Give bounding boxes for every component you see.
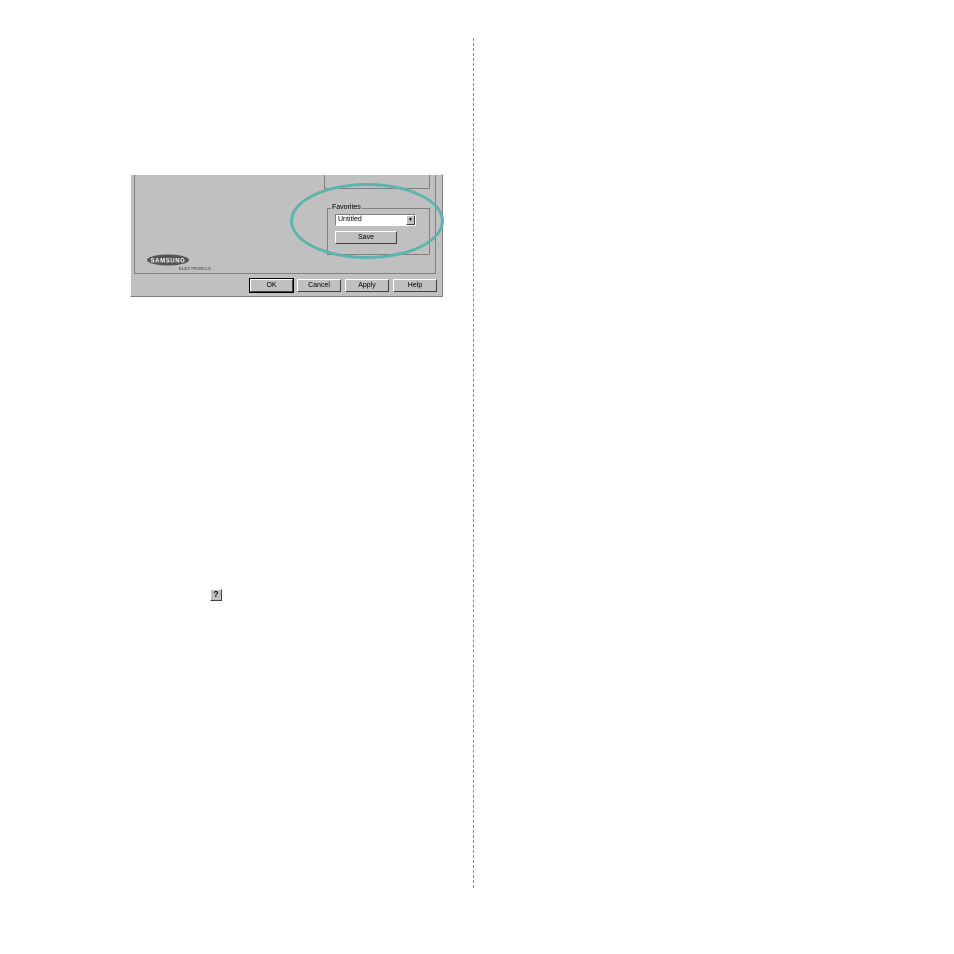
help-question-icon: ? (210, 589, 222, 601)
cancel-button[interactable]: Cancel (297, 279, 341, 292)
help-button[interactable]: Help (393, 279, 437, 292)
samsung-logo: SAMSUNG ELECTRONICS (147, 254, 211, 271)
logo-brand-text: SAMSUNG (151, 258, 186, 264)
column-divider (473, 38, 474, 888)
favorites-highlight-oval (290, 183, 444, 259)
ok-button[interactable]: OK (249, 278, 294, 293)
logo-sub-text: ELECTRONICS (179, 266, 211, 271)
apply-button[interactable]: Apply (345, 279, 389, 292)
